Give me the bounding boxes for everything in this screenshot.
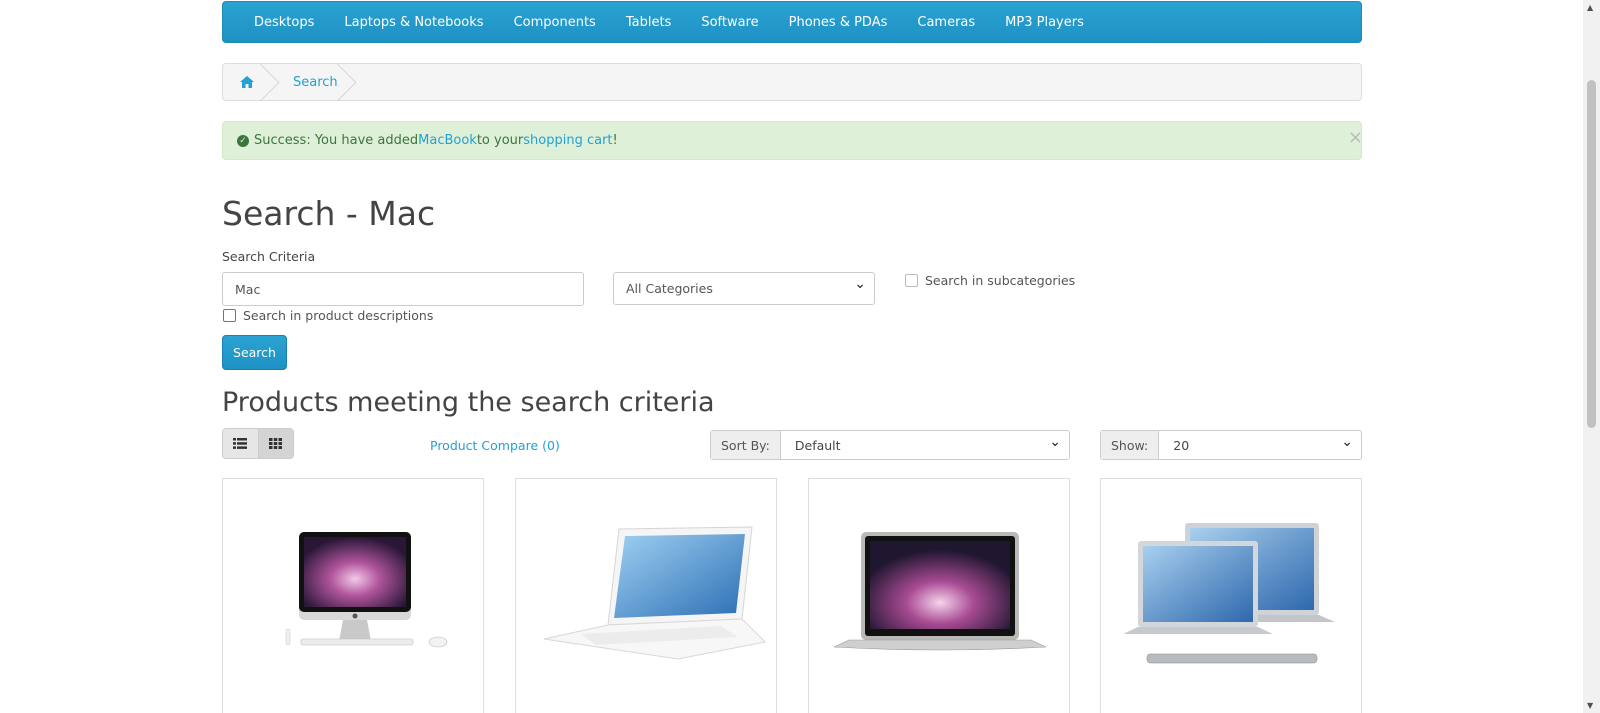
page-scrollbar[interactable]: ▲ ▼ [1583, 0, 1600, 713]
menu-cameras[interactable]: Cameras [902, 15, 990, 30]
subcategories-checkbox[interactable]: Search in subcategories [905, 273, 1075, 288]
show-label: Show: [1101, 431, 1160, 459]
show-select[interactable]: 20 [1159, 431, 1361, 459]
menu-laptops[interactable]: Laptops & Notebooks [329, 15, 498, 30]
home-icon [240, 76, 254, 88]
sort-by-label: Sort By: [711, 431, 781, 459]
view-toggle [222, 428, 294, 459]
category-select-value: All Categories [626, 281, 713, 296]
results-heading: Products meeting the search criteria [222, 387, 715, 418]
product-card-macbook-air[interactable] [808, 478, 1070, 713]
list-icon [233, 438, 248, 449]
alert-product-link[interactable]: MacBook [418, 133, 477, 148]
search-button[interactable]: Search [222, 335, 287, 370]
top-menu: Desktops Laptops & Notebooks Components … [222, 1, 1362, 43]
menu-components[interactable]: Components [499, 15, 611, 30]
search-input[interactable]: Mac [222, 272, 584, 306]
product-card-macbook-pro[interactable] [1100, 478, 1362, 713]
breadcrumb-home[interactable] [223, 64, 271, 100]
search-criteria-label: Search Criteria [222, 249, 316, 264]
sort-by-select[interactable]: Default [781, 431, 1069, 459]
grid-view-button[interactable] [257, 429, 293, 458]
grid-icon [269, 438, 283, 449]
macbook-pro-image[interactable] [1101, 479, 1363, 713]
menu-tablets[interactable]: Tablets [611, 15, 687, 30]
product-card-macbook[interactable] [515, 478, 777, 713]
search-input-value: Mac [235, 281, 261, 297]
alert-prefix: Success: You have added [254, 133, 419, 148]
menu-software[interactable]: Software [686, 15, 773, 30]
alert-suffix: ! [612, 133, 618, 148]
scroll-up-arrow-icon[interactable]: ▲ [1587, 3, 1593, 12]
macbook-image[interactable] [516, 479, 778, 713]
alert-cart-link[interactable]: shopping cart [523, 133, 612, 148]
close-icon[interactable]: × [1348, 127, 1363, 148]
product-compare-link[interactable]: Product Compare (0) [430, 438, 560, 453]
descriptions-checkbox[interactable]: Search in product descriptions [223, 308, 433, 323]
show-control: Show: 20 [1100, 430, 1362, 460]
macbook-air-image[interactable] [809, 479, 1071, 713]
list-view-button[interactable] [223, 429, 258, 458]
menu-desktops[interactable]: Desktops [239, 15, 329, 30]
success-alert: ✓ Success: You have added MacBook to you… [222, 121, 1363, 160]
menu-phones[interactable]: Phones & PDAs [774, 15, 903, 30]
alert-middle: to your [476, 133, 524, 148]
page-title: Search - Mac [222, 194, 436, 233]
breadcrumb-search[interactable]: Search [271, 64, 360, 100]
category-select[interactable]: All Categories [613, 272, 875, 305]
descriptions-label: Search in product descriptions [243, 308, 434, 323]
subcategories-label: Search in subcategories [925, 273, 1076, 288]
menu-mp3[interactable]: MP3 Players [990, 15, 1099, 30]
check-circle-icon: ✓ [237, 134, 249, 147]
sort-by-control: Sort By: Default [710, 430, 1070, 460]
scrollbar-thumb[interactable] [1587, 80, 1596, 428]
breadcrumb: Search [222, 63, 1362, 101]
scroll-down-arrow-icon[interactable]: ▼ [1587, 701, 1593, 710]
imac-image[interactable] [223, 479, 485, 713]
product-card-imac[interactable] [222, 478, 484, 713]
descriptions-box[interactable] [223, 309, 236, 322]
subcategories-box[interactable] [905, 274, 918, 287]
